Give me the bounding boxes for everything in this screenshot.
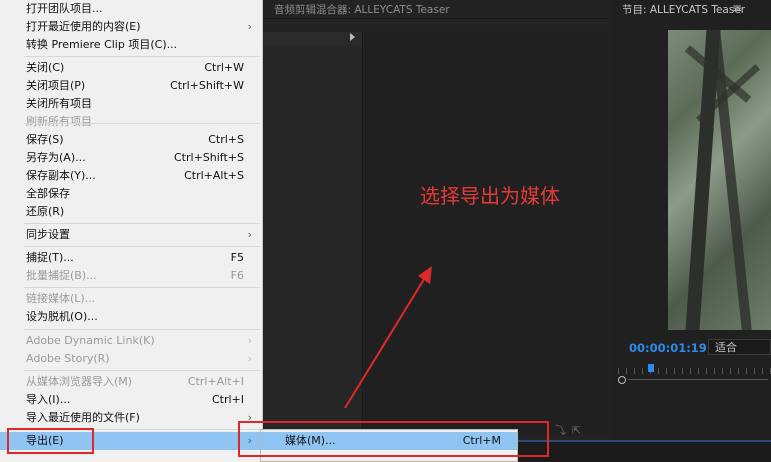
- menu-item-label: 打开最近使用的内容(E): [26, 20, 141, 33]
- menu-item[interactable]: 打开团队项目...: [0, 0, 262, 18]
- menu-item-label: 转换 Premiere Clip 项目(C)...: [26, 38, 178, 51]
- menu-item-label: 同步设置: [26, 228, 70, 241]
- menu-separator: [24, 223, 260, 224]
- menu-item[interactable]: 刷新所有项目: [0, 113, 262, 131]
- video-frame: [668, 30, 771, 330]
- menu-item[interactable]: Adobe Dynamic Link(K) ›: [0, 332, 262, 350]
- zoom-track: [628, 379, 768, 380]
- mixer-track-strip: [262, 32, 363, 436]
- menu-item[interactable]: 从媒体浏览器导入(M) Ctrl+Alt+I: [0, 373, 262, 391]
- mixer-strip-header: [262, 32, 362, 46]
- file-menu: 打开团队项目... 打开最近使用的内容(E) › 转换 Premiere Clip 项…: [0, 0, 263, 462]
- ruler-ticks: [618, 368, 771, 374]
- menu-item[interactable]: 导入最近使用的文件(F) ›: [0, 409, 262, 427]
- menu-item-shortcut: Ctrl+S: [208, 133, 244, 146]
- menu-item[interactable]: 设为脱机(O)...: [0, 308, 262, 326]
- menu-item-label: 全部保存: [26, 187, 70, 200]
- menu-item[interactable]: 转换 Premiere Clip 项目(C)...: [0, 36, 262, 54]
- menu-item[interactable]: 保存(S) Ctrl+S: [0, 131, 262, 149]
- menu-separator: [24, 370, 260, 371]
- annotation-text: 选择导出为媒体: [420, 184, 560, 208]
- menu-item[interactable]: 批量捕捉(B)... F6: [0, 267, 262, 285]
- menu-item[interactable]: 保存副本(Y)... Ctrl+Alt+S: [0, 167, 262, 185]
- menu-item[interactable]: 同步设置 ›: [0, 226, 262, 244]
- submenu-chevron-icon: ›: [247, 334, 252, 347]
- playhead-handle[interactable]: [648, 364, 654, 372]
- menu-item-label: 链接媒体(L)...: [26, 292, 96, 305]
- submenu-chevron-icon: ›: [247, 20, 252, 33]
- menu-item-label: 导入(I)...: [26, 393, 71, 406]
- menu-item[interactable]: 另存为(A)... Ctrl+Shift+S: [0, 149, 262, 167]
- menu-item-label: 刷新所有项目: [26, 115, 92, 128]
- menu-item[interactable]: 还原(R): [0, 203, 262, 221]
- expand-arrow-icon[interactable]: [350, 33, 355, 41]
- mixer-footer-icons[interactable]: ⤵⇱: [555, 422, 587, 438]
- menu-item-label: 关闭所有项目: [26, 97, 92, 110]
- menu-item-shortcut: Ctrl+I: [211, 393, 244, 406]
- menu-separator: [24, 123, 260, 124]
- menu-item[interactable]: 链接媒体(L)...: [0, 290, 262, 308]
- menu-item-label: 关闭(C): [26, 61, 65, 74]
- menu-item[interactable]: 打开最近使用的内容(E) ›: [0, 18, 262, 36]
- menu-item-label: 另存为(A)...: [26, 151, 86, 164]
- menu-separator: [24, 246, 260, 247]
- menu-item-label: 捕捉(T)...: [26, 251, 74, 264]
- zoom-scroll-bar[interactable]: [618, 376, 771, 384]
- menu-item-label: Adobe Dynamic Link(K): [26, 334, 155, 347]
- submenu-chevron-icon: ›: [247, 352, 252, 365]
- playhead-timecode[interactable]: 00:00:01:19: [629, 341, 707, 355]
- program-monitor-panel: 节目: ALLEYCATS Teaser ≡ 00:00:01:19 适合: [610, 0, 771, 440]
- menu-item-label: 保存(S): [26, 133, 64, 146]
- menu-item[interactable]: 捕捉(T)... F5: [0, 249, 262, 267]
- menu-separator: [24, 56, 260, 57]
- menu-item-shortcut: Ctrl+Alt+S: [184, 169, 244, 182]
- menu-item[interactable]: 导入(I)... Ctrl+I: [0, 391, 262, 409]
- time-ruler[interactable]: [618, 364, 771, 374]
- annotation-box-media: [238, 421, 549, 457]
- menu-item-label: 关闭项目(P): [26, 79, 86, 92]
- menu-item[interactable]: 关闭项目(P) Ctrl+Shift+W: [0, 77, 262, 95]
- zoom-handle[interactable]: [618, 376, 626, 384]
- menu-item-label: 从媒体浏览器导入(M): [26, 375, 133, 388]
- menu-item-label: 保存副本(Y)...: [26, 169, 96, 182]
- panel-divider: [262, 18, 608, 19]
- menu-item-shortcut: F5: [230, 251, 244, 264]
- menu-item-label: 还原(R): [26, 205, 65, 218]
- menu-item-label: 批量捕捉(B)...: [26, 269, 97, 282]
- menu-item[interactable]: 关闭所有项目: [0, 95, 262, 113]
- panel-menu-icon[interactable]: ≡: [732, 1, 742, 15]
- menu-item[interactable]: 关闭(C) Ctrl+W: [0, 59, 262, 77]
- menu-item-shortcut: Ctrl+Alt+I: [187, 375, 244, 388]
- menu-item-shortcut: Ctrl+Shift+S: [174, 151, 244, 164]
- mixer-content-area: [364, 32, 608, 436]
- menu-item-label: 设为脱机(O)...: [26, 310, 98, 323]
- zoom-fit-select[interactable]: 适合: [708, 339, 771, 355]
- mixer-panel-title[interactable]: 音频剪辑混合器: ALLEYCATS Teaser: [274, 2, 450, 17]
- menu-item-shortcut: Ctrl+Shift+W: [170, 79, 244, 92]
- menu-item-label: Adobe Story(R): [26, 352, 110, 365]
- menu-separator: [24, 329, 260, 330]
- menu-separator: [24, 287, 260, 288]
- menu-item-shortcut: F6: [230, 269, 244, 282]
- annotation-box-export: [7, 428, 94, 454]
- menu-item-shortcut: Ctrl+W: [204, 61, 244, 74]
- submenu-chevron-icon: ›: [247, 228, 252, 241]
- audio-clip-mixer-panel: 音频剪辑混合器: ALLEYCATS Teaser ⤵⇱: [262, 0, 608, 440]
- menu-item-label: 打开团队项目...: [26, 2, 103, 15]
- program-monitor-title[interactable]: 节目: ALLEYCATS Teaser: [622, 2, 745, 17]
- menu-item-label: 导入最近使用的文件(F): [26, 411, 140, 424]
- menu-item[interactable]: Adobe Story(R) ›: [0, 350, 262, 368]
- menu-item[interactable]: 全部保存: [0, 185, 262, 203]
